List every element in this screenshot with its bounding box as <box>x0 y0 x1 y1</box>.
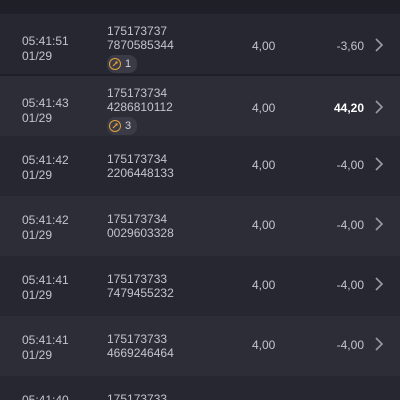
time-text: 05:41:43 <box>22 96 69 110</box>
timestamp: 05:41:43 01/29 <box>22 96 69 126</box>
date-text: 01/29 <box>22 288 53 302</box>
timestamp: 05:41:42 01/29 <box>22 153 69 183</box>
time-text: 05:41:40 <box>22 393 69 400</box>
time-text: 05:41:42 <box>22 213 69 227</box>
bet-id-line-2: 0029603328 <box>107 226 174 240</box>
bet-id-line-2: 4669246464 <box>107 346 174 360</box>
bet-id: 175173734 2206448133 <box>107 152 174 180</box>
timestamp: 05:41:41 01/29 <box>22 273 69 303</box>
list-item[interactable]: 05:41:51 01/29 175173737 7870585344 1 4,00 -3,… <box>0 14 400 74</box>
list-item[interactable]: 05:41:43 01/29 175173734 4286810112 3 4,00 44,… <box>0 76 400 136</box>
list-item[interactable]: 05:41:40 175173733 <box>0 376 400 400</box>
bet-id-line-1: 175173734 <box>107 86 168 100</box>
bet-amount: 4,00 <box>252 278 276 292</box>
date-text: 01/29 <box>22 228 53 242</box>
chip-badge: 1 <box>107 55 138 73</box>
date-text: 01/29 <box>22 49 53 63</box>
list-item[interactable]: 05:41:41 01/29 175173733 7479455232 4,00 -4,0… <box>0 256 400 316</box>
timestamp: 05:41:51 01/29 <box>22 34 69 64</box>
list-item[interactable]: 05:41:42 01/29 175173734 2206448133 4,00 -4,0… <box>0 136 400 196</box>
date-text: 01/29 <box>22 168 53 182</box>
bet-id-line-2: 4286810112 <box>107 100 173 114</box>
bet-id-line-1: 175173733 <box>107 272 168 286</box>
time-text: 05:41:41 <box>22 273 69 287</box>
bet-history-list: 05:41:51 01/29 175173737 7870585344 1 4,00 -3,… <box>0 0 400 400</box>
chevron-right-icon[interactable] <box>374 217 384 231</box>
bet-id: 175173734 0029603328 <box>107 212 174 240</box>
result-amount: -4,00 <box>336 278 364 292</box>
bet-amount: 4,00 <box>252 39 276 53</box>
bet-id-line-1: 175173734 <box>107 152 168 166</box>
bet-id-line-1: 175173734 <box>107 212 168 226</box>
list-item[interactable]: 05:41:41 01/29 175173733 4669246464 4,00 -4,0… <box>0 316 400 376</box>
coin-icon <box>109 58 121 70</box>
bet-id-line-2: 7870585344 <box>107 38 174 52</box>
bet-id-line-2: 2206448133 <box>107 166 174 180</box>
result-amount: -4,00 <box>336 338 364 352</box>
coin-icon <box>109 120 121 132</box>
bet-amount: 4,00 <box>252 218 276 232</box>
result-amount: -4,00 <box>336 218 364 232</box>
time-text: 05:41:51 <box>22 34 69 48</box>
bet-id: 175173733 4669246464 <box>107 332 174 360</box>
bet-id-line-1: 175173737 <box>107 24 168 38</box>
bet-id: 175173734 4286810112 3 <box>107 86 173 135</box>
date-text: 01/29 <box>22 348 53 362</box>
list-item[interactable]: 05:41:42 01/29 175173734 0029603328 4,00 -4,0… <box>0 196 400 256</box>
date-text: 01/29 <box>22 111 53 125</box>
chip-count: 1 <box>125 58 132 70</box>
chevron-right-icon[interactable] <box>374 100 384 114</box>
bet-id-line-1: 175173733 <box>107 392 168 400</box>
bet-id-line-1: 175173733 <box>107 332 168 346</box>
result-amount: -3,60 <box>336 39 364 53</box>
bet-id: 175173733 7479455232 <box>107 272 174 300</box>
timestamp: 05:41:42 01/29 <box>22 213 69 243</box>
result-amount: 44,20 <box>333 101 364 115</box>
chip-count: 3 <box>125 120 132 132</box>
bet-amount: 4,00 <box>252 158 276 172</box>
chevron-right-icon[interactable] <box>374 337 384 351</box>
chip-badge: 3 <box>107 117 138 135</box>
chevron-right-icon[interactable] <box>374 277 384 291</box>
time-text: 05:41:41 <box>22 333 69 347</box>
bet-amount: 4,00 <box>252 338 276 352</box>
bet-id-line-2: 7479455232 <box>107 286 174 300</box>
bet-id: 175173733 <box>107 392 167 400</box>
bet-amount: 4,00 <box>252 101 276 115</box>
result-amount: -4,00 <box>336 158 364 172</box>
chevron-right-icon[interactable] <box>374 38 384 52</box>
bet-id: 175173737 7870585344 1 <box>107 24 174 73</box>
timestamp: 05:41:41 01/29 <box>22 333 69 363</box>
chevron-right-icon[interactable] <box>374 157 384 171</box>
timestamp: 05:41:40 <box>22 393 69 400</box>
time-text: 05:41:42 <box>22 153 69 167</box>
